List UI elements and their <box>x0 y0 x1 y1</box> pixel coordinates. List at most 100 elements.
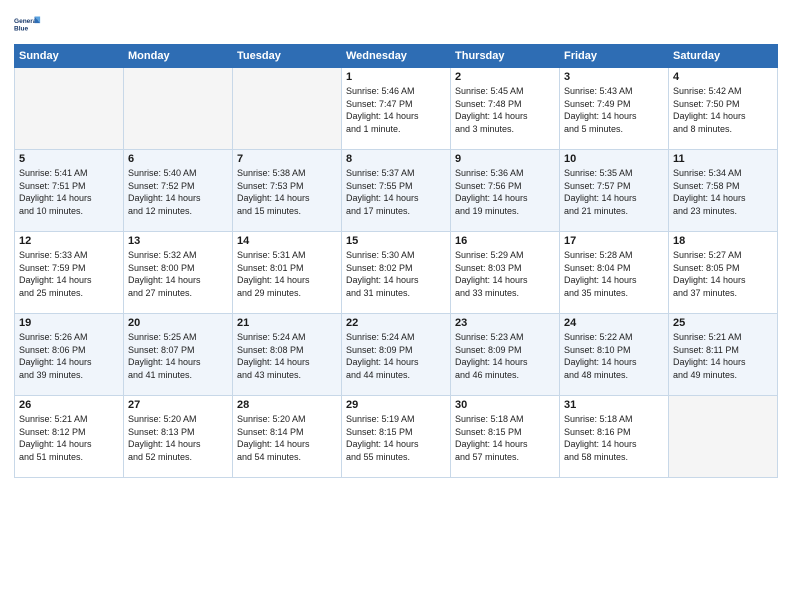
calendar-cell: 6Sunrise: 5:40 AM Sunset: 7:52 PM Daylig… <box>124 150 233 232</box>
day-number: 30 <box>455 399 555 411</box>
calendar-cell <box>233 68 342 150</box>
day-info: Sunrise: 5:45 AM Sunset: 7:48 PM Dayligh… <box>455 85 555 135</box>
calendar-header-saturday: Saturday <box>669 45 778 68</box>
day-info: Sunrise: 5:29 AM Sunset: 8:03 PM Dayligh… <box>455 249 555 299</box>
calendar-cell: 16Sunrise: 5:29 AM Sunset: 8:03 PM Dayli… <box>451 232 560 314</box>
day-number: 29 <box>346 399 446 411</box>
day-info: Sunrise: 5:18 AM Sunset: 8:15 PM Dayligh… <box>455 413 555 463</box>
header: GeneralBlue <box>14 10 778 38</box>
calendar-cell: 17 Sunrise: 5:28 AM Sunset: 8:04 PM Dayli… <box>560 232 669 314</box>
day-number: 27 <box>128 399 228 411</box>
calendar-cell: 24 Sunrise: 5:22 AM Sunset: 8:10 PM Dayli… <box>560 314 669 396</box>
day-info: Sunrise: 5:42 AM Sunset: 7:50 PM Dayligh… <box>673 85 773 135</box>
day-info: Sunrise: 5:30 AM Sunset: 8:02 PM Dayligh… <box>346 249 446 299</box>
calendar-header-monday: Monday <box>124 45 233 68</box>
day-number: 2 <box>455 71 555 83</box>
day-number: 8 <box>346 153 446 165</box>
day-number: 5 <box>19 153 119 165</box>
day-info: Sunrise: 5:21 AM Sunset: 8:11 PM Dayligh… <box>673 331 773 381</box>
day-info: Sunrise: 5:37 AM Sunset: 7:55 PM Dayligh… <box>346 167 446 217</box>
day-info: Sunrise: 5:18 AM Sunset: 8:16 PM Dayligh… <box>564 413 664 463</box>
day-number: 3 <box>564 71 664 83</box>
calendar-cell: 31 Sunrise: 5:18 AM Sunset: 8:16 PM Dayli… <box>560 396 669 478</box>
calendar-cell: 4 Sunrise: 5:42 AM Sunset: 7:50 PM Daylig… <box>669 68 778 150</box>
day-number: 25 <box>673 317 773 329</box>
day-info: Sunrise: 5:20 AM Sunset: 8:13 PM Dayligh… <box>128 413 228 463</box>
calendar-cell <box>669 396 778 478</box>
day-info: Sunrise: 5:36 AM Sunset: 7:56 PM Dayligh… <box>455 167 555 217</box>
calendar-cell: 3Sunrise: 5:43 AM Sunset: 7:49 PM Daylig… <box>560 68 669 150</box>
calendar-header-tuesday: Tuesday <box>233 45 342 68</box>
calendar-header-friday: Friday <box>560 45 669 68</box>
day-info: Sunrise: 5:28 AM Sunset: 8:04 PM Dayligh… <box>564 249 664 299</box>
calendar-header-wednesday: Wednesday <box>342 45 451 68</box>
day-info: Sunrise: 5:22 AM Sunset: 8:10 PM Dayligh… <box>564 331 664 381</box>
day-info: Sunrise: 5:34 AM Sunset: 7:58 PM Dayligh… <box>673 167 773 217</box>
day-number: 26 <box>19 399 119 411</box>
page: GeneralBlue SundayMondayTuesdayWednesday… <box>0 0 792 612</box>
day-info: Sunrise: 5:24 AM Sunset: 8:08 PM Dayligh… <box>237 331 337 381</box>
day-info: Sunrise: 5:35 AM Sunset: 7:57 PM Dayligh… <box>564 167 664 217</box>
calendar-cell: 7 Sunrise: 5:38 AM Sunset: 7:53 PM Daylig… <box>233 150 342 232</box>
calendar-header-thursday: Thursday <box>451 45 560 68</box>
day-info: Sunrise: 5:41 AM Sunset: 7:51 PM Dayligh… <box>19 167 119 217</box>
day-number: 12 <box>19 235 119 247</box>
svg-text:Blue: Blue <box>14 26 28 33</box>
calendar-cell: 25 Sunrise: 5:21 AM Sunset: 8:11 PM Dayli… <box>669 314 778 396</box>
day-number: 9 <box>455 153 555 165</box>
day-number: 14 <box>237 235 337 247</box>
calendar-week-1: 1 Sunrise: 5:46 AM Sunset: 7:47 PM Daylig… <box>15 68 778 150</box>
day-number: 6 <box>128 153 228 165</box>
calendar-cell: 15 Sunrise: 5:30 AM Sunset: 8:02 PM Dayli… <box>342 232 451 314</box>
calendar-cell: 19 Sunrise: 5:26 AM Sunset: 8:06 PM Dayli… <box>15 314 124 396</box>
logo: GeneralBlue <box>14 10 42 38</box>
day-info: Sunrise: 5:38 AM Sunset: 7:53 PM Dayligh… <box>237 167 337 217</box>
day-info: Sunrise: 5:25 AM Sunset: 8:07 PM Dayligh… <box>128 331 228 381</box>
day-number: 17 <box>564 235 664 247</box>
calendar-cell: 29Sunrise: 5:19 AM Sunset: 8:15 PM Dayli… <box>342 396 451 478</box>
day-number: 28 <box>237 399 337 411</box>
calendar-cell: 1 Sunrise: 5:46 AM Sunset: 7:47 PM Daylig… <box>342 68 451 150</box>
calendar-cell: 2 Sunrise: 5:45 AM Sunset: 7:48 PM Daylig… <box>451 68 560 150</box>
day-number: 22 <box>346 317 446 329</box>
calendar-table: SundayMondayTuesdayWednesdayThursdayFrid… <box>14 44 778 478</box>
day-number: 11 <box>673 153 773 165</box>
day-number: 15 <box>346 235 446 247</box>
day-info: Sunrise: 5:26 AM Sunset: 8:06 PM Dayligh… <box>19 331 119 381</box>
day-number: 7 <box>237 153 337 165</box>
calendar-header-sunday: Sunday <box>15 45 124 68</box>
day-number: 10 <box>564 153 664 165</box>
calendar-cell <box>124 68 233 150</box>
day-number: 4 <box>673 71 773 83</box>
calendar-cell: 26Sunrise: 5:21 AM Sunset: 8:12 PM Dayli… <box>15 396 124 478</box>
day-info: Sunrise: 5:32 AM Sunset: 8:00 PM Dayligh… <box>128 249 228 299</box>
day-number: 1 <box>346 71 446 83</box>
calendar-cell: 27 Sunrise: 5:20 AM Sunset: 8:13 PM Dayli… <box>124 396 233 478</box>
calendar-cell: 28Sunrise: 5:20 AM Sunset: 8:14 PM Dayli… <box>233 396 342 478</box>
calendar-cell: 5 Sunrise: 5:41 AM Sunset: 7:51 PM Daylig… <box>15 150 124 232</box>
day-info: Sunrise: 5:27 AM Sunset: 8:05 PM Dayligh… <box>673 249 773 299</box>
calendar-cell: 23Sunrise: 5:23 AM Sunset: 8:09 PM Dayli… <box>451 314 560 396</box>
day-number: 24 <box>564 317 664 329</box>
calendar-cell: 21Sunrise: 5:24 AM Sunset: 8:08 PM Dayli… <box>233 314 342 396</box>
calendar-week-3: 12Sunrise: 5:33 AM Sunset: 7:59 PM Dayli… <box>15 232 778 314</box>
calendar-cell: 18 Sunrise: 5:27 AM Sunset: 8:05 PM Dayli… <box>669 232 778 314</box>
calendar-cell: 20 Sunrise: 5:25 AM Sunset: 8:07 PM Dayli… <box>124 314 233 396</box>
day-info: Sunrise: 5:46 AM Sunset: 7:47 PM Dayligh… <box>346 85 446 135</box>
calendar-week-2: 5 Sunrise: 5:41 AM Sunset: 7:51 PM Daylig… <box>15 150 778 232</box>
day-number: 31 <box>564 399 664 411</box>
day-info: Sunrise: 5:31 AM Sunset: 8:01 PM Dayligh… <box>237 249 337 299</box>
day-info: Sunrise: 5:23 AM Sunset: 8:09 PM Dayligh… <box>455 331 555 381</box>
calendar-cell: 13 Sunrise: 5:32 AM Sunset: 8:00 PM Dayli… <box>124 232 233 314</box>
calendar-cell: 8 Sunrise: 5:37 AM Sunset: 7:55 PM Daylig… <box>342 150 451 232</box>
day-number: 13 <box>128 235 228 247</box>
calendar-week-4: 19 Sunrise: 5:26 AM Sunset: 8:06 PM Dayli… <box>15 314 778 396</box>
calendar-cell <box>15 68 124 150</box>
logo-icon: GeneralBlue <box>14 10 42 38</box>
calendar-cell: 11 Sunrise: 5:34 AM Sunset: 7:58 PM Dayli… <box>669 150 778 232</box>
day-number: 18 <box>673 235 773 247</box>
calendar-cell: 14 Sunrise: 5:31 AM Sunset: 8:01 PM Dayli… <box>233 232 342 314</box>
calendar-cell: 10 Sunrise: 5:35 AM Sunset: 7:57 PM Dayli… <box>560 150 669 232</box>
day-number: 20 <box>128 317 228 329</box>
day-number: 19 <box>19 317 119 329</box>
